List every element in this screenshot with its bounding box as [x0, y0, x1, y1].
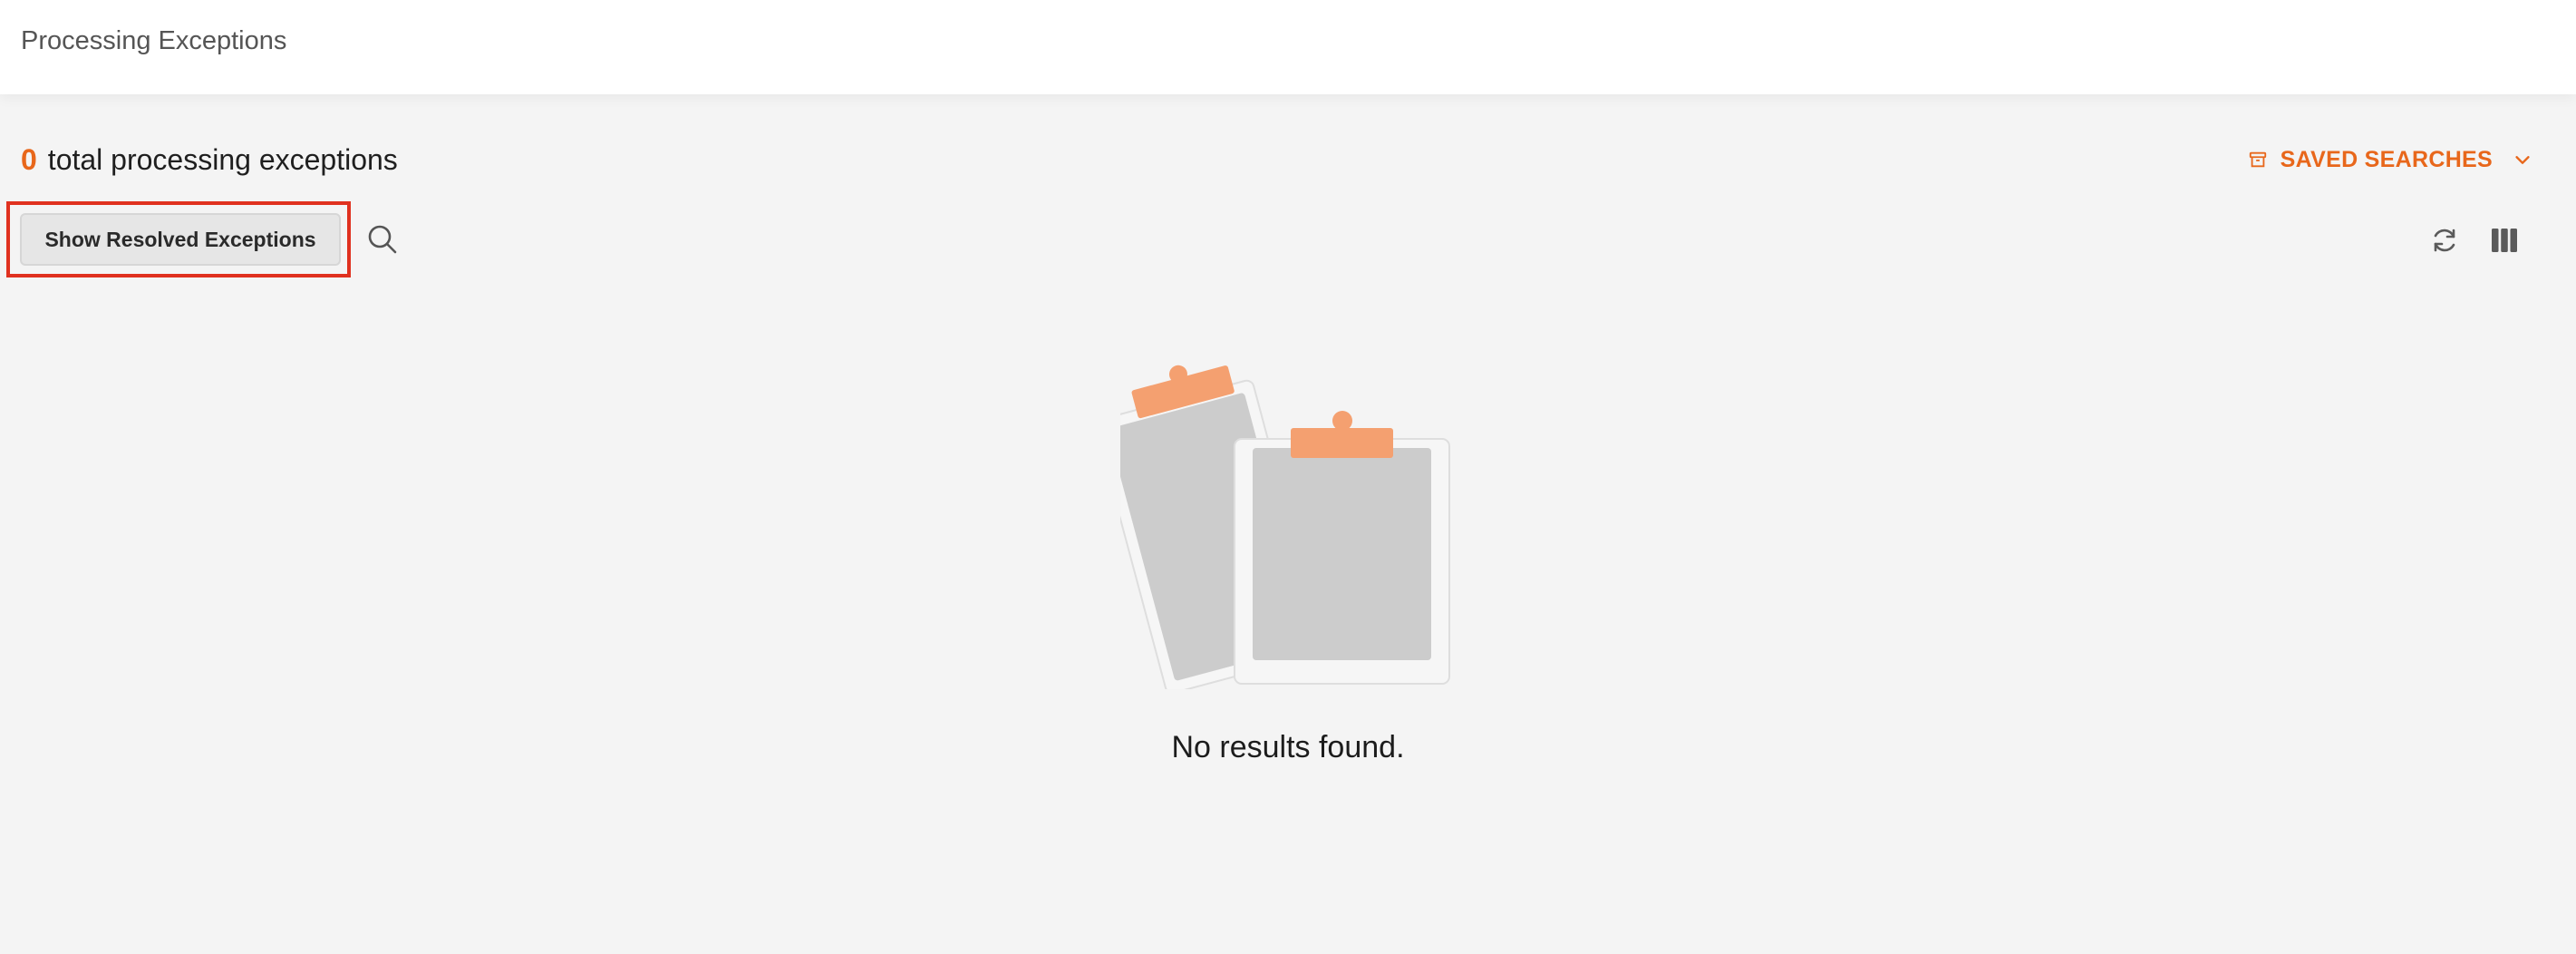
- columns-icon[interactable]: [2491, 227, 2518, 254]
- search-icon[interactable]: [366, 223, 399, 256]
- empty-state-message: No results found.: [1171, 730, 1405, 764]
- refresh-icon[interactable]: [2429, 225, 2460, 256]
- archive-icon: [2249, 151, 2266, 168]
- page-title: Processing Exceptions: [21, 26, 287, 55]
- clipboards-illustration: [1120, 365, 1450, 689]
- saved-searches-label: SAVED SEARCHES: [2280, 146, 2493, 172]
- show-resolved-exceptions-button[interactable]: Show Resolved Exceptions: [20, 213, 341, 266]
- top-header-bar: Processing Exceptions: [0, 0, 2576, 94]
- exceptions-count: 0: [21, 143, 37, 176]
- front-clipboard: [1234, 411, 1450, 685]
- exceptions-count-summary: 0 total processing exceptions: [21, 141, 398, 179]
- exceptions-count-label: total processing exceptions: [47, 143, 398, 176]
- saved-searches-dropdown[interactable]: SAVED SEARCHES: [2248, 143, 2532, 176]
- chevron-down-icon: [2515, 156, 2530, 164]
